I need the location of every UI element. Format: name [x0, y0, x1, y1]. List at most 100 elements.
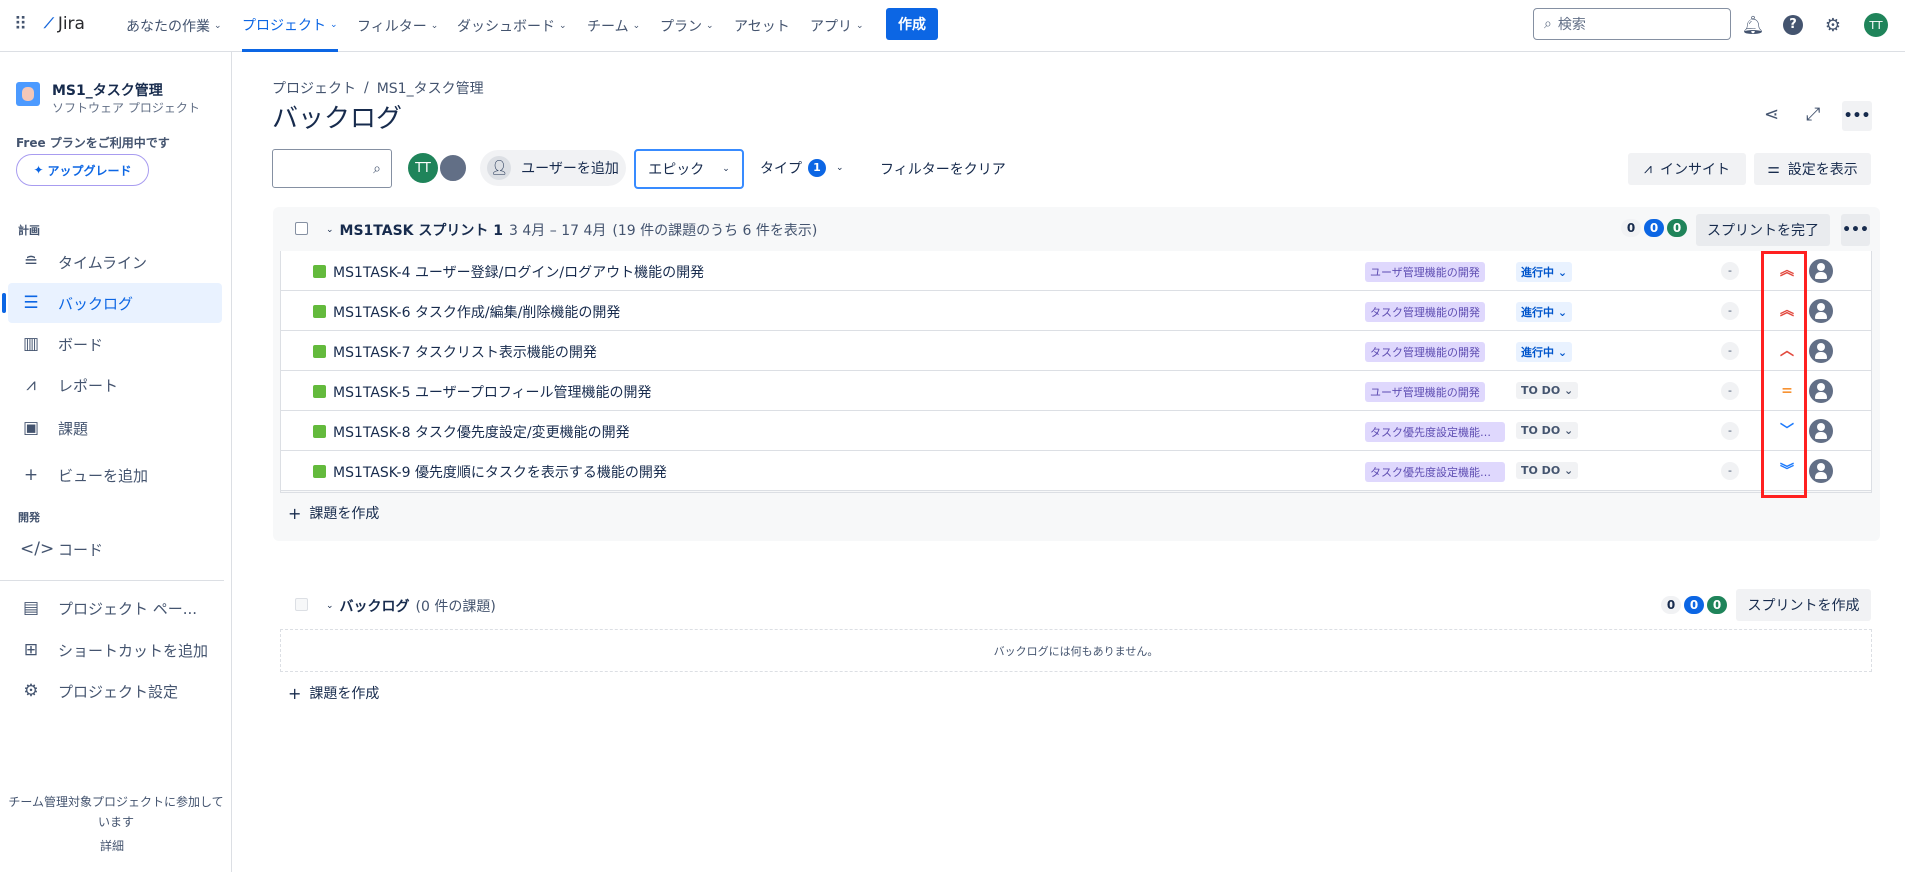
create-sprint-button[interactable]: スプリントを作成: [1736, 589, 1871, 621]
app-switcher-icon[interactable]: ⠿: [14, 14, 27, 35]
create-issue-button[interactable]: + 課題を作成: [288, 503, 379, 523]
epic-lozenge[interactable]: タスク管理機能の開発: [1365, 342, 1485, 362]
sidebar-item-issues[interactable]: ▣ 課題: [8, 408, 222, 448]
story-points[interactable]: -: [1721, 302, 1739, 320]
backlog-search-input[interactable]: ⌕: [272, 149, 392, 188]
backlog-checkbox[interactable]: [295, 598, 308, 611]
fullscreen-icon[interactable]: ⤢: [1806, 104, 1820, 125]
sidebar-item-reports[interactable]: ⩘ レポート: [8, 365, 222, 405]
project-avatar: [16, 82, 40, 106]
backlog-icon: ☰: [23, 293, 39, 313]
upgrade-button[interactable]: ✦ アップグレード: [16, 154, 149, 186]
status-dropdown[interactable]: TO DO ⌄: [1516, 422, 1579, 439]
issue-title[interactable]: MS1TASK-8 タスク優先度設定/変更機能の開発: [333, 422, 630, 442]
user-avatar-filter[interactable]: TT: [408, 153, 438, 183]
backlog-create-issue-button[interactable]: + 課題を作成: [288, 683, 379, 703]
sprint-more-button[interactable]: •••: [1841, 214, 1870, 246]
assignee-avatar[interactable]: [1809, 379, 1833, 403]
breadcrumb-project[interactable]: MS1_タスク管理: [377, 78, 484, 98]
status-dropdown[interactable]: TO DO ⌄: [1516, 462, 1579, 479]
sidebar-item-board[interactable]: ▥ ボード: [8, 324, 222, 364]
nav-projects[interactable]: プロジェクト ⌄: [242, 0, 338, 52]
status-dropdown[interactable]: 進行中 ⌄: [1516, 302, 1573, 322]
status-dropdown[interactable]: TO DO ⌄: [1516, 382, 1579, 399]
code-icon: </>: [20, 539, 55, 559]
story-points[interactable]: -: [1721, 462, 1739, 480]
breadcrumb-projects[interactable]: プロジェクト: [272, 78, 356, 98]
add-user-button[interactable]: 👤︎ ユーザーを追加: [480, 150, 626, 186]
nav-plans[interactable]: プラン ⌄: [660, 0, 714, 52]
help-icon[interactable]: ?: [1780, 12, 1806, 38]
issue-title[interactable]: MS1TASK-7 タスクリスト表示機能の開発: [333, 342, 597, 362]
nav-filters[interactable]: フィルター ⌄: [357, 0, 438, 52]
unassigned-avatar-filter[interactable]: [438, 153, 468, 183]
epic-lozenge[interactable]: タスク優先度設定機能の開発: [1365, 462, 1505, 482]
user-avatar[interactable]: TT: [1864, 13, 1888, 37]
story-points[interactable]: -: [1721, 382, 1739, 400]
priority-highlight-box: [1761, 251, 1807, 498]
epic-lozenge[interactable]: タスク管理機能の開発: [1365, 302, 1485, 322]
issue-row[interactable]: MS1TASK-4 ユーザー登録/ログイン/ログアウト機能の開発 ユーザ管理機能…: [281, 251, 1871, 291]
assignee-avatar[interactable]: [1809, 419, 1833, 443]
issue-title[interactable]: MS1TASK-9 優先度順にタスクを表示する機能の開発: [333, 462, 667, 482]
assignee-avatar[interactable]: [1809, 259, 1833, 283]
project-name[interactable]: MS1_タスク管理: [52, 80, 163, 100]
notifications-icon[interactable]: 🔔︎: [1740, 12, 1766, 38]
status-dropdown[interactable]: 進行中 ⌄: [1516, 262, 1573, 282]
insights-button[interactable]: ⩘ インサイト: [1628, 153, 1746, 185]
issue-row[interactable]: MS1TASK-6 タスク作成/編集/削除機能の開発 タスク管理機能の開発 進行…: [281, 291, 1871, 331]
sprint-checkbox[interactable]: [295, 222, 308, 235]
more-actions-button[interactable]: •••: [1842, 101, 1872, 131]
issue-title[interactable]: MS1TASK-4 ユーザー登録/ログイン/ログアウト機能の開発: [333, 262, 704, 282]
type-filter-dropdown[interactable]: タイプ 1 ⌄: [760, 158, 844, 178]
page-icon: ▤: [22, 598, 40, 618]
share-icon[interactable]: ⋖: [1764, 104, 1779, 125]
jira-icon: ⟋: [44, 16, 54, 32]
nav-your-work[interactable]: あなたの作業 ⌄: [126, 0, 222, 52]
story-points[interactable]: -: [1721, 262, 1739, 280]
nav-dashboards[interactable]: ダッシュボード ⌄: [457, 0, 567, 52]
backlog-header[interactable]: ⌄ バックログ (0 件の課題): [322, 596, 496, 616]
sidebar-item-project-pages[interactable]: ▤ プロジェクト ペー...: [8, 588, 222, 628]
status-dropdown[interactable]: 進行中 ⌄: [1516, 342, 1573, 362]
sidebar-item-project-settings[interactable]: ⚙ プロジェクト設定: [8, 671, 222, 711]
add-shortcut-icon: ⊞: [23, 640, 39, 660]
nav-assets[interactable]: アセット: [734, 0, 790, 52]
issue-row[interactable]: MS1TASK-8 タスク優先度設定/変更機能の開発 タスク優先度設定機能の開発…: [281, 411, 1871, 451]
sidebar-item-add-shortcut[interactable]: ⊞ ショートカットを追加: [8, 630, 222, 670]
epic-lozenge[interactable]: ユーザ管理機能の開発: [1365, 382, 1485, 402]
issue-title[interactable]: MS1TASK-6 タスク作成/編集/削除機能の開発: [333, 302, 620, 322]
story-points[interactable]: -: [1721, 422, 1739, 440]
issue-row[interactable]: MS1TASK-7 タスクリスト表示機能の開発 タスク管理機能の開発 進行中 ⌄…: [281, 331, 1871, 371]
clear-filters-button[interactable]: フィルターをクリア: [880, 159, 1006, 179]
sidebar-item-add-view[interactable]: + ビューを追加: [8, 455, 222, 495]
epic-lozenge[interactable]: ユーザ管理機能の開発: [1365, 262, 1485, 282]
assignee-avatar[interactable]: [1809, 339, 1833, 363]
epic-lozenge[interactable]: タスク優先度設定機能の開発: [1365, 422, 1505, 442]
nav-teams[interactable]: チーム ⌄: [587, 0, 640, 52]
plus-icon: +: [288, 683, 302, 703]
footer-link[interactable]: 詳細: [0, 837, 224, 854]
sidebar-item-backlog[interactable]: ☰ バックログ: [8, 283, 222, 323]
issue-row[interactable]: MS1TASK-9 優先度順にタスクを表示する機能の開発 タスク優先度設定機能の…: [281, 451, 1871, 491]
assignee-avatar[interactable]: [1809, 459, 1833, 483]
story-points[interactable]: -: [1721, 342, 1739, 360]
nav-apps[interactable]: アプリ ⌄: [810, 0, 864, 52]
assignee-avatar[interactable]: [1809, 299, 1833, 323]
sprint-header[interactable]: ⌄ MS1TASK スプリント 1 3 4月 – 17 4月 (19 件の課題の…: [322, 220, 817, 240]
epic-filter-dropdown[interactable]: エピック ⌄: [634, 149, 744, 189]
section-plan: 計画: [18, 224, 40, 237]
sidebar-item-timeline[interactable]: ≘ タイムライン: [8, 242, 222, 282]
divider: [0, 580, 224, 581]
issue-row[interactable]: MS1TASK-5 ユーザープロフィール管理機能の開発 ユーザ管理機能の開発 T…: [281, 371, 1871, 411]
complete-sprint-button[interactable]: スプリントを完了: [1696, 214, 1830, 246]
global-search-input[interactable]: ⌕ 検索: [1533, 8, 1731, 40]
sprint-issue-count: (19 件の課題のうち 6 件を表示): [612, 223, 818, 239]
footer-text: チーム管理対象プロジェクトに参加しています: [8, 795, 224, 829]
create-button[interactable]: 作成: [886, 8, 938, 40]
jira-logo[interactable]: ⟋ Jira: [44, 14, 85, 34]
issue-title[interactable]: MS1TASK-5 ユーザープロフィール管理機能の開発: [333, 382, 652, 402]
sidebar-item-code[interactable]: </> コード: [8, 529, 222, 569]
settings-gear-icon[interactable]: ⚙: [1820, 12, 1846, 38]
view-settings-button[interactable]: ⚌ 設定を表示: [1754, 153, 1871, 185]
